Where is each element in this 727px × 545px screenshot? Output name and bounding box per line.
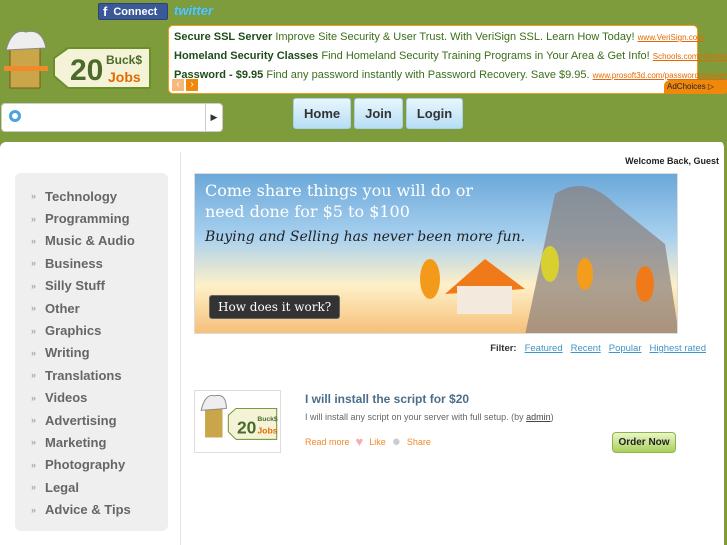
svg-text:Buck$: Buck$ [257,416,278,423]
bullet-icon: » [31,325,37,336]
ad-link[interactable]: Schools.com/Homeland [653,52,727,61]
twitter-button[interactable]: twitter [174,3,213,18]
search-box: ▶ [1,103,223,132]
banner-tagline: Buying and Selling has never been more f… [205,229,526,245]
category-sidebar: » Technology» Programming» Music & Audio» Bu… [15,173,168,531]
share-link[interactable]: Share [407,437,431,447]
sidebar-item[interactable]: » Music & Audio [15,230,168,252]
nav-home[interactable]: Home [293,98,352,129]
adchoices-link[interactable]: AdChoices ▷ [664,80,727,94]
order-now-button[interactable]: Order Now [612,432,676,453]
ad-item[interactable]: Password - $9.95 Find any password insta… [174,67,727,86]
sidebar-item[interactable]: » Marketing [15,431,168,453]
hero-banner: Come share things you will do or need do… [194,173,678,334]
ad-link[interactable]: www.VeriSign.com [638,33,704,42]
bullet-icon: » [31,437,37,448]
sidebar-item[interactable]: » Technology [15,185,168,207]
sidebar-item[interactable]: » Other [15,297,168,319]
facebook-icon: f [103,4,108,19]
bullet-icon: » [31,392,37,403]
filter-highest-rated[interactable]: Highest rated [649,343,706,354]
bullet-icon: » [31,191,37,202]
sidebar-item[interactable]: » Videos [15,387,168,409]
how-it-works-button[interactable]: How does it work? [209,295,341,319]
bullet-icon: » [31,235,37,246]
share-bird-icon[interactable]: ● [392,433,401,450]
search-submit-icon[interactable]: ▶ [205,104,222,131]
sidebar-item[interactable]: » Legal [15,476,168,498]
banner-headline: Come share things you will do or need do… [205,181,473,221]
bullet-icon: » [31,347,37,358]
filter-recent[interactable]: Recent [571,343,601,354]
svg-text:20: 20 [70,54,103,87]
facebook-connect-button[interactable]: f Connect [98,3,168,20]
bullet-icon: » [31,504,37,515]
welcome-text: Welcome Back, Guest [625,156,719,166]
listing-actions: Read more ♥ Like ● Share [305,433,431,450]
like-link[interactable]: Like [369,437,386,447]
bullet-icon: » [31,303,37,314]
sidebar-item[interactable]: » Graphics [15,319,168,341]
search-icon [9,110,21,122]
nav-login[interactable]: Login [405,98,464,129]
sidebar-item[interactable]: » Advertising [15,409,168,431]
search-input[interactable] [2,104,205,131]
sidebar-item[interactable]: » Writing [15,342,168,364]
ad-item[interactable]: Secure SSL Server Improve Site Security … [174,29,704,48]
sidebar-item[interactable]: » Programming [15,207,168,229]
bullet-icon: » [31,415,37,426]
ad-item[interactable]: Homeland Security Classes Find Homeland … [174,48,727,67]
ad-prev-icon[interactable]: ‹ [172,79,184,91]
svg-text:20: 20 [237,418,256,438]
filter-bar: Filter: Featured Recent Popular Highest … [490,343,706,354]
listing-description: I will install any script on your server… [305,412,554,422]
author-link[interactable]: admin [526,412,551,422]
svg-text:Jobs: Jobs [108,69,141,85]
sidebar-item[interactable]: » Translations [15,364,168,386]
ad-banner: Secure SSL Server Improve Site Security … [168,25,727,94]
sidebar-item[interactable]: » Photography [15,454,168,476]
bullet-icon: » [31,459,37,470]
bullet-icon: » [31,258,37,269]
nav-join[interactable]: Join [354,98,403,129]
filter-popular[interactable]: Popular [609,343,642,354]
main-nav: Home Join Login [293,98,464,129]
svg-text:Buck$: Buck$ [106,53,142,67]
bullet-icon: » [31,213,37,224]
listing-thumbnail[interactable]: 20 Buck$ Jobs [194,390,281,453]
sidebar-item[interactable]: » Silly Stuff [15,275,168,297]
svg-text:Jobs: Jobs [257,426,277,436]
bullet-icon: » [31,280,37,291]
sidebar-item[interactable]: » Advice & Tips [15,498,168,520]
filter-featured[interactable]: Featured [525,343,563,354]
read-more-link[interactable]: Read more [305,437,350,447]
ad-link[interactable]: www.prosoft3d.com/passwordrecovery/ [593,71,727,80]
like-icon[interactable]: ♥ [356,434,364,449]
ad-next-icon[interactable]: › [186,79,198,91]
bullet-icon: » [31,482,37,493]
site-logo[interactable]: 20 Buck$ Jobs [2,28,152,98]
bullet-icon: » [31,370,37,381]
sidebar-item[interactable]: » Business [15,252,168,274]
listing-title[interactable]: I will install the script for $20 [305,392,469,406]
divider [180,152,181,545]
